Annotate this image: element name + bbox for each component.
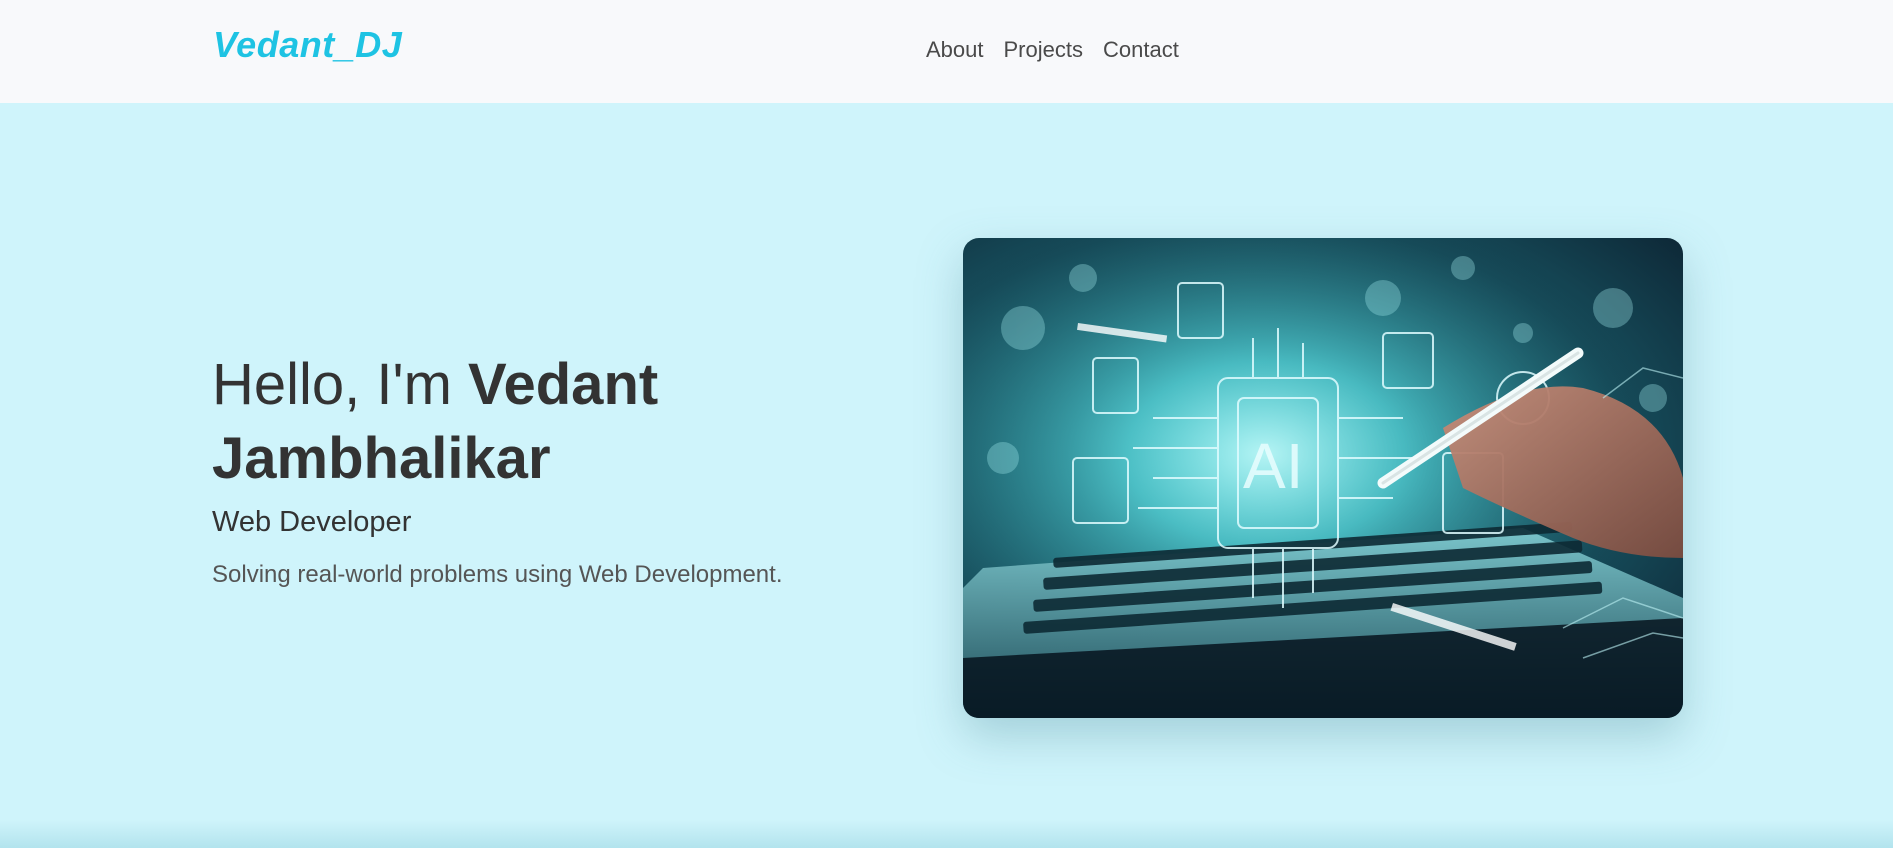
navbar: Vedant_DJ About Projects Contact	[0, 0, 1893, 103]
hero-role: Web Developer	[212, 506, 412, 538]
nav-link-projects[interactable]: Projects	[1004, 37, 1083, 63]
hero-image: AI	[963, 238, 1683, 718]
hero-tagline: Solving real-world problems using Web De…	[212, 561, 783, 588]
hero-section: Hello, I'm Vedant Jambhalikar Web Develo…	[0, 103, 1893, 848]
nav-link-about[interactable]: About	[926, 37, 984, 63]
brand-logo[interactable]: Vedant_DJ	[213, 24, 402, 66]
hero-text: Hello, I'm Vedant Jambhalikar Web Develo…	[212, 348, 932, 589]
ai-laptop-illustration: AI	[963, 238, 1683, 718]
ai-chip-label: AI	[1243, 430, 1303, 502]
nav-links: About Projects Contact	[926, 37, 1199, 63]
hero-heading: Hello, I'm Vedant Jambhalikar	[212, 348, 932, 496]
hero-greeting: Hello, I'm	[212, 352, 469, 417]
hero-bottom-fade	[0, 820, 1893, 848]
nav-link-contact[interactable]: Contact	[1103, 37, 1179, 63]
